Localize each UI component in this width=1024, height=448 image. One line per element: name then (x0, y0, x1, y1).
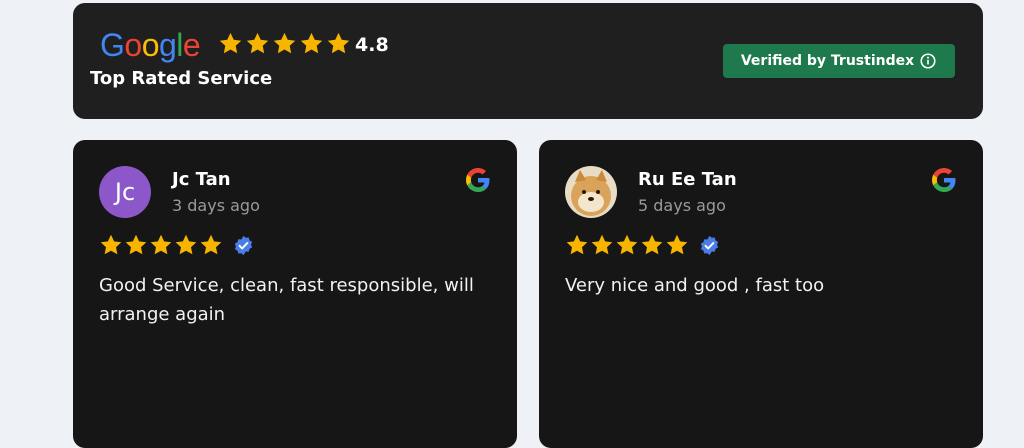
star-icon (300, 32, 323, 54)
review-star-rating (565, 233, 720, 257)
reviewer-name: Jc Tan (172, 169, 231, 190)
avatar (565, 166, 617, 218)
review-card: Ru Ee Tan 5 days ago Very nice and good … (539, 140, 983, 448)
star-icon (666, 234, 688, 255)
logo-letter: e (182, 27, 201, 63)
star-icon (150, 234, 172, 255)
verified-check-icon (700, 235, 719, 255)
review-date: 5 days ago (638, 196, 726, 215)
star-icon (327, 32, 350, 54)
review-card: Jc Jc Tan 3 days ago Good Service, clean… (73, 140, 517, 448)
google-g-icon (932, 168, 956, 192)
star-icon (246, 32, 269, 54)
reviewer-name: Ru Ee Tan (638, 169, 737, 190)
star-icon (591, 234, 613, 255)
star-icon (100, 234, 122, 255)
verified-check-icon (234, 235, 253, 255)
star-icon (641, 234, 663, 255)
logo-letter: o (141, 27, 160, 63)
google-logo: Google (100, 25, 201, 65)
review-date: 3 days ago (172, 196, 260, 215)
review-text: Good Service, clean, fast responsible, w… (99, 275, 474, 325)
summary-subtitle: Top Rated Service (90, 68, 273, 89)
star-icon (200, 234, 222, 255)
verified-by-trustindex-badge[interactable]: Verified by Trustindex (723, 44, 955, 78)
review-star-rating (99, 233, 254, 257)
logo-letter: o (124, 27, 142, 63)
star-icon (566, 234, 588, 255)
average-rating: 4.8 (355, 34, 389, 56)
star-icon (273, 32, 296, 54)
header-star-rating (218, 31, 351, 56)
avatar-initials: Jc (114, 178, 136, 206)
star-icon (616, 234, 638, 255)
verified-badge-label: Verified by Trustindex (740, 53, 915, 69)
logo-letter: l (176, 27, 183, 63)
avatar: Jc (99, 166, 151, 218)
logo-letter: g (158, 27, 177, 63)
logo-letter: G (100, 27, 125, 63)
star-icon (125, 234, 147, 255)
star-icon (175, 234, 197, 255)
shiba-dog-avatar-icon (565, 166, 617, 218)
star-icon (219, 32, 242, 54)
info-circle-icon[interactable] (919, 52, 937, 70)
rating-summary-card: Google 4.8 Top Rated Service Verified by… (73, 3, 983, 119)
review-text: Very nice and good , fast too (565, 275, 825, 296)
google-g-icon (466, 168, 490, 192)
